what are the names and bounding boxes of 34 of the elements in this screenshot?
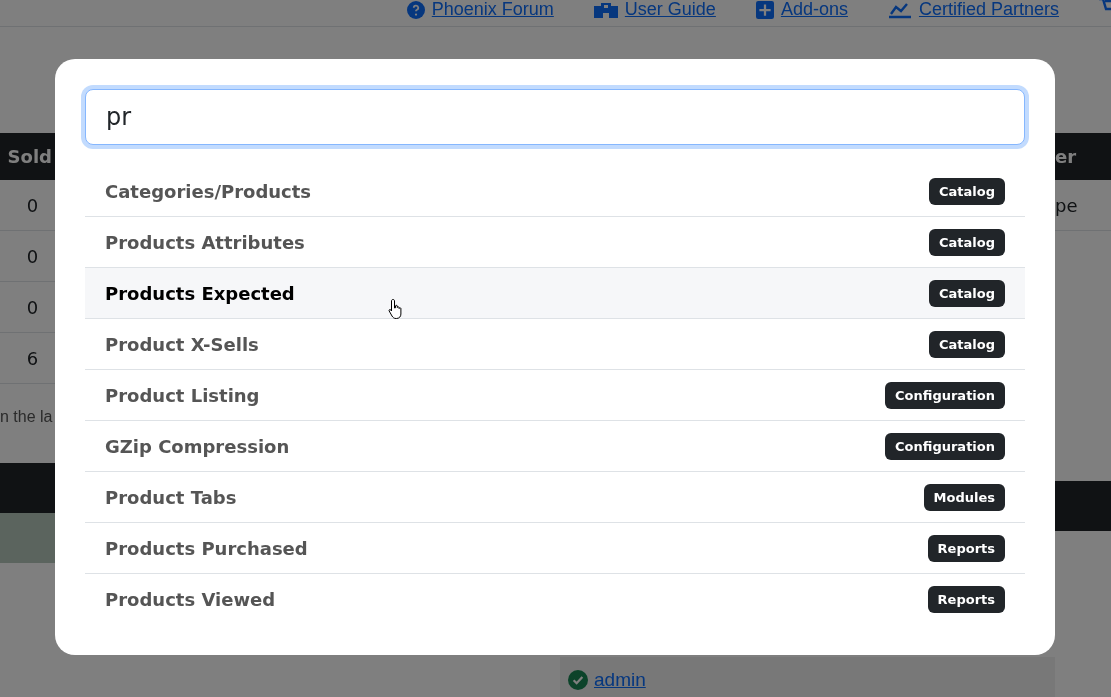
result-item[interactable]: Categories/Products Catalog <box>85 166 1025 217</box>
category-tag: Configuration <box>885 432 1005 460</box>
result-item[interactable]: Products Expected Catalog <box>85 268 1025 319</box>
result-label: GZip Compression <box>105 435 290 457</box>
category-tag: Reports <box>927 534 1005 562</box>
category-tag: Catalog <box>929 228 1005 256</box>
result-label: Products Attributes <box>105 231 305 253</box>
check-circle-icon <box>568 670 588 690</box>
result-label: Products Purchased <box>105 537 308 559</box>
category-tag: Reports <box>927 586 1005 613</box>
result-label: Product X-Sells <box>105 333 259 355</box>
table-header: er <box>1055 133 1111 180</box>
result-label: Product Tabs <box>105 486 237 508</box>
table-header: Sold <box>0 133 55 180</box>
result-item[interactable]: Product X-Sells Catalog <box>85 319 1025 370</box>
category-tag: Catalog <box>929 279 1005 307</box>
result-label: Product Listing <box>105 384 260 406</box>
result-item[interactable]: Products Viewed Reports <box>85 574 1025 625</box>
result-item[interactable]: Product Listing Configuration <box>85 370 1025 421</box>
table-header-bar <box>0 463 55 513</box>
category-tag: Catalog <box>929 330 1005 358</box>
category-tag: Configuration <box>885 381 1005 409</box>
search-field[interactable]: pr <box>85 89 1025 145</box>
result-label: Categories/Products <box>105 180 312 202</box>
table-header-bar <box>1055 481 1111 531</box>
result-label: Products Viewed <box>105 589 276 610</box>
note-text: n the la <box>0 408 53 426</box>
result-item[interactable]: Products Purchased Reports <box>85 523 1025 574</box>
table-row-highlight <box>0 513 55 563</box>
category-tag: Catalog <box>929 177 1005 205</box>
category-tag: Modules <box>923 483 1005 511</box>
result-item[interactable]: GZip Compression Configuration <box>85 421 1025 472</box>
result-label: Products Expected <box>105 282 295 304</box>
result-item[interactable]: Product Tabs Modules <box>85 472 1025 523</box>
